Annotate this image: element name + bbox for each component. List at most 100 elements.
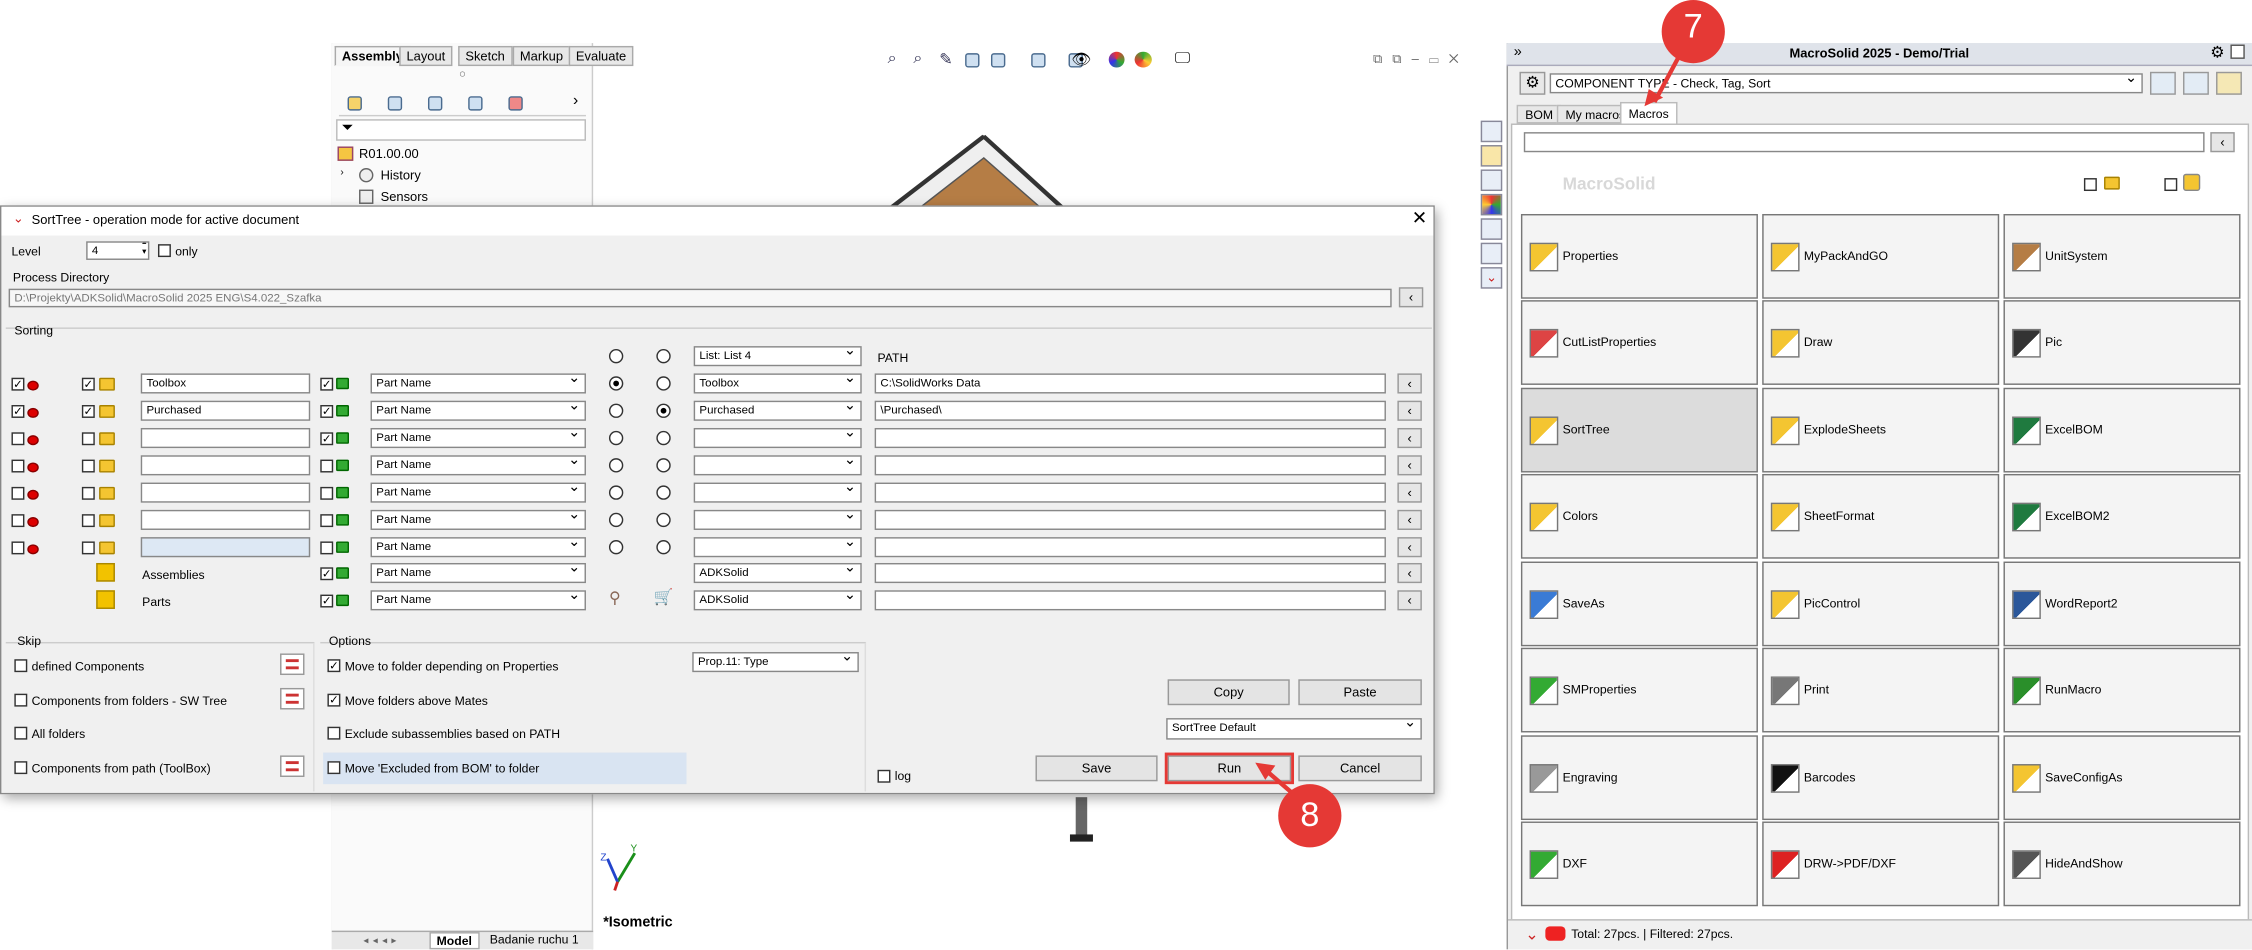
tab-evaluate[interactable]: Evaluate: [568, 45, 634, 67]
radio-header-2[interactable]: [656, 348, 671, 364]
row-4-radio-2[interactable]: [656, 458, 671, 473]
row-6-property-select[interactable]: Part Name: [370, 509, 586, 530]
macro-button-print[interactable]: Print: [1762, 647, 2000, 733]
macro-button-runmacro[interactable]: RunMacro: [2003, 647, 2241, 733]
collapse-handle[interactable]: ○: [333, 68, 592, 85]
parts-checkbox[interactable]: ✓: [320, 594, 334, 608]
dynamic-annotation-icon[interactable]: [990, 53, 1006, 68]
filter-checkbox-2[interactable]: [2164, 178, 2178, 192]
row-2-property-checkbox[interactable]: ✓: [320, 405, 334, 418]
macro-button-wordreport2[interactable]: WordReport2: [2003, 561, 2241, 647]
row-7-enable-checkbox[interactable]: [11, 541, 25, 555]
filter-checkbox-1[interactable]: [2083, 178, 2097, 192]
hide-show-icon[interactable]: 👁: [1071, 50, 1091, 69]
row-1-path-button[interactable]: ‹: [1397, 373, 1422, 394]
row-3-enable-checkbox[interactable]: [11, 432, 25, 446]
view-orientation-icon[interactable]: [1031, 53, 1046, 68]
row-6-path-field[interactable]: [874, 509, 1386, 530]
skip-toolbox-checkbox[interactable]: [14, 761, 28, 775]
cart-icon[interactable]: 🛒: [653, 587, 673, 606]
row-2-folder-name-field[interactable]: Purchased: [140, 400, 311, 421]
youtube-icon[interactable]: [1545, 926, 1566, 941]
row-1-path-field[interactable]: C:\SolidWorks Data: [874, 373, 1386, 394]
row-5-property-select[interactable]: Part Name: [370, 482, 586, 503]
macro-button-saveas[interactable]: SaveAs: [1520, 561, 1758, 647]
task-pane-properties-icon[interactable]: [1480, 242, 1503, 265]
macro-button-smproperties[interactable]: SMProperties: [1520, 647, 1758, 733]
macro-button-mypackandgo[interactable]: MyPackAndGO: [1762, 213, 2000, 299]
window-controls[interactable]: ⧉⧉–▭✕: [1373, 52, 1488, 69]
row-1-folder-checkbox[interactable]: ✓: [81, 377, 95, 391]
row-5-list-select[interactable]: [693, 482, 862, 503]
row-1-property-select[interactable]: Part Name: [370, 373, 586, 394]
process-directory-field[interactable]: D:\Projekty\ADKSolid\MacroSolid 2025 ENG…: [8, 288, 1392, 308]
row-1-radio-1[interactable]: [608, 376, 624, 391]
row-4-folder-name-field[interactable]: [140, 455, 311, 476]
row-7-folder-checkbox[interactable]: [81, 541, 95, 555]
row-6-path-button[interactable]: ‹: [1397, 509, 1422, 530]
log-checkbox[interactable]: [877, 769, 891, 783]
row-1-folder-name-field[interactable]: Toolbox: [140, 373, 311, 394]
row-2-property-select[interactable]: Part Name: [370, 400, 586, 421]
row-7-radio-2[interactable]: [656, 540, 671, 555]
assemblies-list-select[interactable]: ADKSolid: [693, 562, 862, 584]
task-pane-explorer-icon[interactable]: [1480, 169, 1503, 192]
macro-button-piccontrol[interactable]: PicControl: [1762, 561, 2000, 647]
feature-tree-icon[interactable]: [347, 96, 362, 111]
parts-path-field[interactable]: [874, 590, 1386, 611]
row-7-folder-name-field[interactable]: [140, 537, 311, 558]
refresh-button[interactable]: [2149, 71, 2176, 95]
macro-button-dxf[interactable]: DXF: [1520, 821, 1758, 907]
row-7-radio-1[interactable]: [608, 540, 624, 555]
section-view-icon[interactable]: [965, 53, 980, 68]
row-5-radio-1[interactable]: [608, 485, 624, 500]
filter-box[interactable]: ⏷: [336, 119, 586, 141]
row-5-property-checkbox[interactable]: [320, 486, 334, 500]
row-7-path-button[interactable]: ‹: [1397, 537, 1422, 558]
row-1-radio-2[interactable]: [656, 376, 671, 391]
macro-search-input[interactable]: [1523, 132, 2205, 153]
macro-button-cutlistproperties[interactable]: CutListProperties: [1520, 300, 1758, 385]
row-5-path-field[interactable]: [874, 482, 1386, 503]
monitor-icon[interactable]: 🖵: [1175, 50, 1190, 69]
skip-folders-list-button[interactable]: [280, 687, 305, 710]
macro-button-excelbom[interactable]: ExcelBOM: [2003, 387, 2241, 473]
row-3-property-checkbox[interactable]: ✓: [320, 432, 334, 446]
task-pane-library-icon[interactable]: [1480, 145, 1503, 167]
row-7-property-checkbox[interactable]: [320, 541, 334, 555]
skip-toolbox-list-button[interactable]: [280, 755, 305, 777]
macro-button-properties[interactable]: Properties: [1520, 213, 1758, 299]
row-4-path-button[interactable]: ‹: [1397, 455, 1422, 476]
zoom-area-icon[interactable]: ⌕: [913, 50, 922, 69]
skip-defined-list-button[interactable]: [280, 653, 305, 676]
task-pane-macrosolid-icon[interactable]: ⌄: [1480, 267, 1503, 289]
macro-button-hideandshow[interactable]: HideAndShow: [2003, 821, 2241, 907]
only-checkbox[interactable]: [157, 244, 171, 258]
level-stepper[interactable]: 4 ▴ ▾: [86, 241, 150, 260]
row-7-property-select[interactable]: Part Name: [370, 537, 586, 558]
browse-directory-button[interactable]: ‹: [1398, 287, 1424, 308]
option-excluded-bom-checkbox[interactable]: [327, 761, 341, 775]
row-5-path-button[interactable]: ‹: [1397, 482, 1422, 503]
toolbox-icon[interactable]: ⚲: [609, 589, 621, 607]
row-4-property-checkbox[interactable]: [320, 459, 334, 473]
skip-all-folders-checkbox[interactable]: [14, 726, 28, 740]
row-6-property-checkbox[interactable]: [320, 514, 334, 528]
row-3-path-field[interactable]: [874, 427, 1386, 449]
row-6-radio-1[interactable]: [608, 512, 624, 528]
assemblies-path-field[interactable]: [874, 562, 1386, 584]
pin-icon[interactable]: [2230, 44, 2245, 59]
tab-sketch[interactable]: Sketch: [458, 45, 513, 67]
folder-filter-icon[interactable]: [2104, 176, 2120, 190]
preset-select[interactable]: SortTree Default: [1166, 718, 1422, 740]
list-select[interactable]: List: List 4: [693, 346, 862, 367]
expand-icon[interactable]: ›: [340, 168, 343, 178]
parts-list-select[interactable]: ADKSolid: [693, 590, 862, 611]
skip-defined-checkbox[interactable]: [14, 659, 28, 673]
gear-icon[interactable]: ⚙: [2210, 43, 2224, 62]
tag-filter-icon[interactable]: [2183, 173, 2201, 192]
row-5-folder-checkbox[interactable]: [81, 486, 95, 500]
display-manager-icon[interactable]: [508, 96, 523, 111]
row-2-list-select[interactable]: Purchased: [693, 400, 862, 421]
tab-model[interactable]: Model: [429, 932, 480, 950]
